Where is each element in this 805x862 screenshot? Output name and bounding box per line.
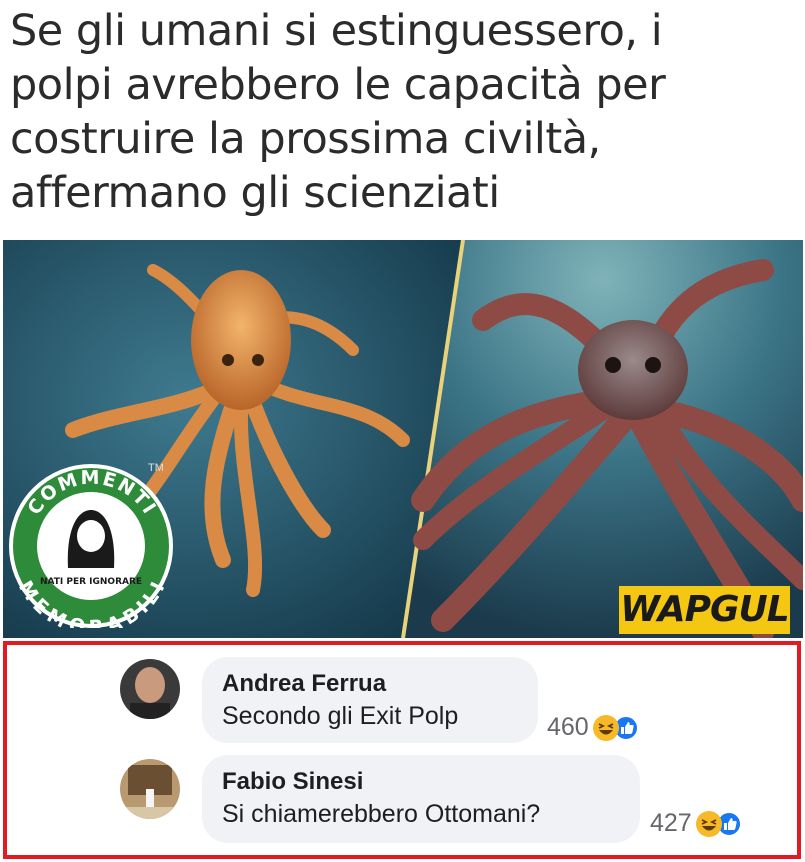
haha-icon [592,714,619,741]
avatar[interactable] [120,659,180,719]
comment-bubble: Fabio Sinesi Si chiamerebbero Ottomani? [202,755,640,843]
comment-bubble: Andrea Ferrua Secondo gli Exit Polp [202,657,538,743]
comment-author[interactable]: Fabio Sinesi [222,767,620,797]
avatar[interactable] [120,759,180,819]
comment-author[interactable]: Andrea Ferrua [222,669,518,699]
haha-icon [695,810,722,837]
badge-tagline: NATI PER IGNORARE [40,577,142,587]
comment-text: Si chiamerebbero Ottomani? [222,800,541,828]
highlighted-comments: Andrea Ferrua Secondo gli Exit Polp 460 … [3,641,801,859]
reaction-count: 460 [547,713,589,741]
reaction-summary[interactable]: 460 [547,713,639,742]
comment-text: Secondo gli Exit Polp [222,702,459,730]
reaction-count: 427 [650,809,692,837]
trademark-mark: TM [148,462,164,474]
wapgul-logo: WAPGUL [619,586,790,634]
commenti-memorabili-logo: COMMENTI MEMORABILI NATI PER IGNORARE [8,458,174,639]
headline: Se gli umani si estinguessero, i polpi a… [10,6,666,218]
reaction-summary[interactable]: 427 [650,809,742,838]
